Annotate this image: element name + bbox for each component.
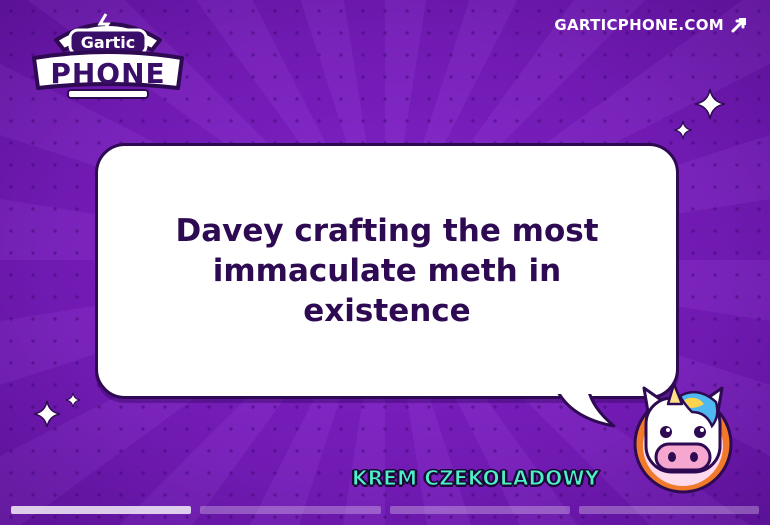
speech-bubble: Davey crafting the most immaculate meth … <box>95 143 679 399</box>
progress-segment <box>200 506 381 514</box>
progress-segment <box>578 506 759 514</box>
svg-text:PHONE: PHONE <box>50 57 165 90</box>
speech-bubble-tail <box>552 388 616 428</box>
round-progress-bar <box>11 506 759 514</box>
sparkle-icon <box>33 400 61 428</box>
site-url[interactable]: GARTICPHONE.COM <box>554 16 724 34</box>
bubble-text: Davey crafting the most immaculate meth … <box>175 213 599 329</box>
site-link[interactable]: GARTICPHONE.COM <box>554 16 748 34</box>
sparkle-icon <box>673 120 693 140</box>
progress-segment <box>389 506 570 514</box>
svg-text:Gartic: Gartic <box>81 33 135 52</box>
gartic-phone-logo: Gartic PHONE <box>28 10 188 102</box>
unicorn-avatar-icon <box>628 382 738 494</box>
player-name: KREM CZEKOLADOWY <box>351 466 600 491</box>
sparkle-icon <box>694 88 726 120</box>
pencil-arrow-icon <box>731 18 746 33</box>
sparkle-icon <box>65 392 81 408</box>
progress-segment <box>11 506 192 514</box>
